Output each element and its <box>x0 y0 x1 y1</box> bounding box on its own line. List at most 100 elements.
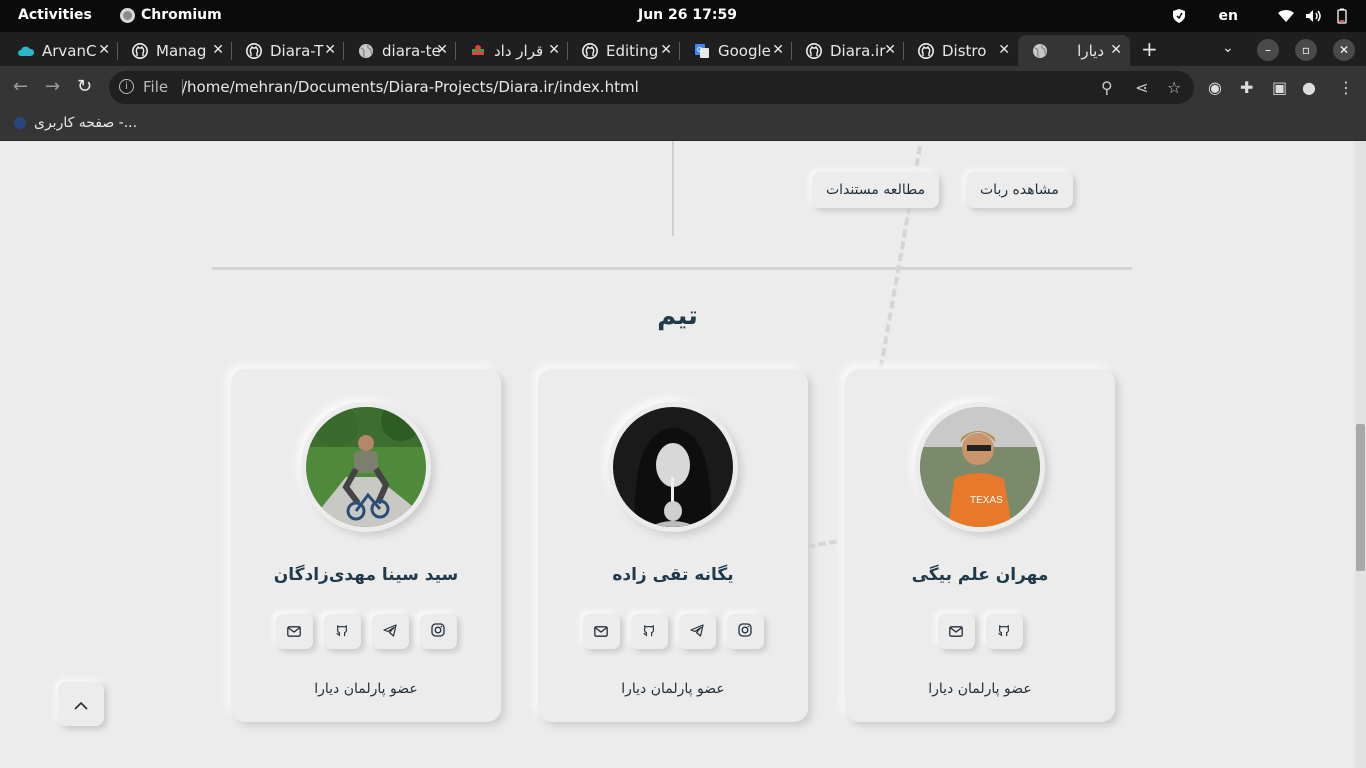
menu-kebab-icon[interactable]: ⋮ <box>1338 78 1354 97</box>
tab-editing[interactable]: Editing ✕ <box>568 35 680 66</box>
tab-diara-t[interactable]: Diara-T ✕ <box>232 35 344 66</box>
address-bar[interactable]: i File /home/mehran/Documents/Diara-Proj… <box>109 71 1194 104</box>
app-menu[interactable]: Chromium <box>120 7 222 23</box>
minimize-button[interactable]: – <box>1257 39 1279 61</box>
close-tab-icon[interactable]: ✕ <box>212 42 224 58</box>
mail-icon <box>949 622 963 641</box>
social-links <box>538 614 808 649</box>
github-button[interactable] <box>630 614 668 649</box>
scroll-to-top-button[interactable] <box>58 682 104 726</box>
tab-diara-ir[interactable]: Diara.ir ✕ <box>792 35 904 66</box>
system-top-bar: Activities Chromium Jun 26 17:59 en <box>0 0 1366 32</box>
close-tab-icon[interactable]: ✕ <box>772 42 784 58</box>
shield-icon[interactable] <box>1169 6 1189 26</box>
github-icon <box>335 622 349 641</box>
extension-icon[interactable]: ◉ <box>1208 78 1222 97</box>
github-button[interactable] <box>323 614 361 649</box>
avatar <box>613 407 733 527</box>
language-indicator[interactable]: en <box>1219 6 1238 26</box>
team-member-card: یگانه تقی زاده عضو پارلمان دیارا <box>538 369 808 722</box>
info-icon[interactable]: i <box>119 79 134 94</box>
tab-distro[interactable]: Distro ✕ <box>904 35 1018 66</box>
page-viewport: مشاهده ربات مطالعه مستندات تیم TEXAS مهر… <box>0 141 1355 768</box>
close-tab-icon[interactable]: ✕ <box>436 42 448 58</box>
chromium-icon <box>120 7 135 23</box>
avatar-frame: TEXAS <box>915 402 1045 532</box>
svg-text:G: G <box>697 47 702 54</box>
extensions-puzzle-icon[interactable]: ✚ <box>1240 78 1253 97</box>
tab-google[interactable]: G Google ✕ <box>680 35 792 66</box>
activities-button[interactable]: Activities <box>18 7 92 23</box>
volume-icon[interactable] <box>1304 6 1324 26</box>
bookmark-favicon-icon <box>14 117 26 129</box>
github-icon <box>806 42 822 59</box>
scrollbar-thumb[interactable] <box>1356 424 1365 571</box>
battery-icon[interactable] <box>1332 6 1352 26</box>
email-button[interactable] <box>937 614 975 649</box>
wifi-icon[interactable] <box>1276 6 1296 26</box>
view-bot-button[interactable]: مشاهده ربات <box>966 172 1073 208</box>
member-name: سید سینا مهدی‌زادگان <box>273 565 459 585</box>
avatar <box>306 407 426 527</box>
social-links <box>845 614 1115 649</box>
clock[interactable]: Jun 26 17:59 <box>638 7 737 23</box>
close-window-button[interactable]: ✕ <box>1333 39 1355 61</box>
email-button[interactable] <box>275 614 313 649</box>
close-tab-icon[interactable]: ✕ <box>884 42 896 58</box>
tab-search-chevron-icon[interactable]: ⌄ <box>1222 40 1234 56</box>
chevron-up-icon <box>74 695 88 714</box>
instagram-button[interactable] <box>726 614 764 649</box>
new-tab-button[interactable]: + <box>1141 37 1158 61</box>
globe-icon <box>358 43 374 59</box>
github-icon <box>997 622 1011 641</box>
url-text[interactable]: /home/mehran/Documents/Diara-Projects/Di… <box>182 78 639 96</box>
telegram-button[interactable] <box>678 614 716 649</box>
share-icon[interactable]: ⋖ <box>1135 78 1148 97</box>
telegram-button[interactable] <box>371 614 409 649</box>
telegram-icon <box>690 622 704 641</box>
close-tab-icon[interactable]: ✕ <box>998 42 1010 58</box>
maximize-button[interactable]: ▫ <box>1295 39 1317 61</box>
instagram-icon <box>431 622 445 641</box>
telegram-icon <box>383 622 397 641</box>
system-tray[interactable]: en <box>1161 6 1352 26</box>
close-tab-icon[interactable]: ✕ <box>98 42 110 58</box>
back-arrow-icon[interactable]: ← <box>13 76 28 97</box>
app-name: Chromium <box>141 7 222 23</box>
github-button[interactable] <box>985 614 1023 649</box>
email-button[interactable] <box>582 614 620 649</box>
github-icon <box>132 42 148 59</box>
tab-diara-active[interactable]: دیارا ✕ <box>1018 35 1130 66</box>
reload-icon[interactable]: ↻ <box>77 76 92 97</box>
bookmark-star-icon[interactable]: ☆ <box>1167 78 1181 97</box>
close-tab-icon[interactable]: ✕ <box>548 42 560 58</box>
mail-icon <box>594 622 608 641</box>
tab-arvancloud[interactable]: ArvanC ✕ <box>4 35 118 66</box>
side-panel-icon[interactable]: ▣ <box>1272 78 1287 97</box>
bookmark-item[interactable]: صفحه کاربری -... <box>14 115 137 131</box>
mail-icon <box>287 622 301 641</box>
forward-arrow-icon[interactable]: → <box>45 76 60 97</box>
close-tab-icon[interactable]: ✕ <box>324 42 336 58</box>
github-icon <box>582 42 598 59</box>
tab-diara-te[interactable]: diara-te ✕ <box>344 35 456 66</box>
close-tab-icon[interactable]: ✕ <box>1110 42 1122 58</box>
tab-manag[interactable]: Manag ✕ <box>118 35 232 66</box>
read-docs-button[interactable]: مطالعه مستندات <box>812 172 940 208</box>
zoom-icon[interactable]: ⚲ <box>1101 78 1113 97</box>
instagram-button[interactable] <box>419 614 457 649</box>
member-role: عضو پارلمان دیارا <box>621 681 725 697</box>
member-name: یگانه تقی زاده <box>612 565 734 585</box>
browser-toolbar: ← → ↻ i File /home/mehran/Documents/Diar… <box>0 66 1366 108</box>
team-member-card: TEXAS مهران علم بیگی عضو پارلمان دیارا <box>845 369 1115 722</box>
tab-contract[interactable]: قرار داد ✕ <box>456 35 568 66</box>
bookmarks-bar: صفحه کاربری -... <box>0 108 1366 141</box>
avatar-frame <box>608 402 738 532</box>
google-translate-icon: G <box>694 43 710 59</box>
member-role: عضو پارلمان دیارا <box>314 681 418 697</box>
section-divider <box>212 267 1132 270</box>
close-tab-icon[interactable]: ✕ <box>660 42 672 58</box>
profile-avatar-icon[interactable]: ● <box>1302 78 1316 97</box>
file-label: File <box>143 78 169 96</box>
team-section-title: تیم <box>657 301 698 331</box>
